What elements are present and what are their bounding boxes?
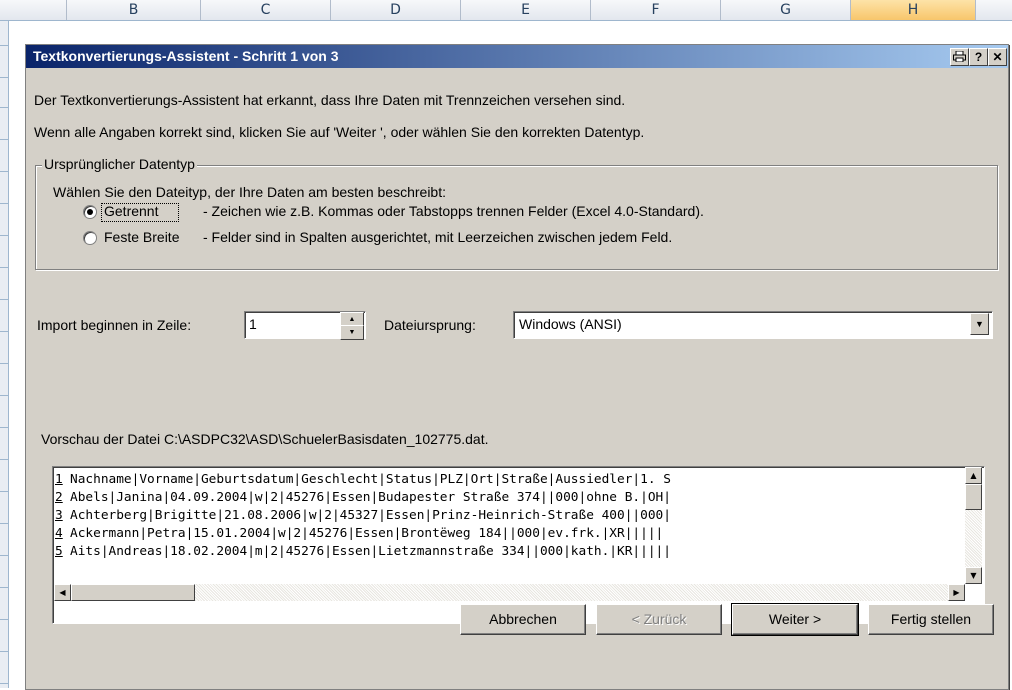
column-header-g[interactable]: G <box>721 0 851 20</box>
column-header-h[interactable]: H <box>851 0 976 20</box>
scroll-right-icon[interactable]: ▶ <box>948 584 965 601</box>
radio-delimited-label[interactable]: Getrennt <box>104 203 158 219</box>
row-divider <box>0 491 8 492</box>
row-divider <box>0 555 8 556</box>
row-divider <box>0 107 8 108</box>
next-button[interactable]: Weiter > <box>731 603 859 636</box>
column-header-i[interactable] <box>976 0 1012 20</box>
row-divider <box>0 171 8 172</box>
row-divider <box>0 427 8 428</box>
preview-row: 2 Abels|Janina|04.09.2004|w|2|45276|Essen… <box>55 489 671 507</box>
preview-row: 4 Ackermann|Petra|15.01.2004|w|2|45276|Es… <box>55 525 663 543</box>
radio-delimited[interactable] <box>83 205 97 219</box>
radio-fixed-width-label[interactable]: Feste Breite <box>104 229 179 245</box>
row-divider <box>0 363 8 364</box>
row-divider <box>0 587 8 588</box>
group-prompt: Wählen Sie den Dateityp, der Ihre Daten … <box>53 184 446 200</box>
intro-text-line2: Wenn alle Angaben korrekt sind, klicken … <box>34 124 645 140</box>
column-header-c[interactable]: C <box>201 0 331 20</box>
preview-row: 1 Nachname|Vorname|Geburtsdatum|Geschlech… <box>55 471 671 489</box>
row-header-bar <box>0 21 9 688</box>
column-header-bar: B C D E F G H <box>0 0 1012 21</box>
preview-row-number: 3 <box>55 508 63 523</box>
row-divider <box>0 459 8 460</box>
horizontal-scroll-thumb[interactable] <box>71 584 195 601</box>
preview-row-text: Aits|Andreas|18.02.2004|m|2|45276|Essen|… <box>70 544 671 559</box>
row-divider <box>0 683 8 684</box>
row-divider <box>0 331 8 332</box>
row-divider <box>0 651 8 652</box>
dialog-title: Textkonvertierungs-Assistent - Schritt 1… <box>33 48 339 64</box>
preview-row: 3 Achterberg|Brigitte|21.08.2006|w|2|4532… <box>55 507 671 525</box>
row-divider <box>0 77 8 78</box>
preview-row-number: 5 <box>55 544 63 559</box>
preview-row-number: 2 <box>55 490 63 505</box>
column-header-b[interactable]: B <box>67 0 201 20</box>
finish-button[interactable]: Fertig stellen <box>868 604 994 635</box>
row-divider <box>0 523 8 524</box>
column-header-f[interactable]: F <box>591 0 721 20</box>
radio-fixed-width[interactable] <box>83 231 97 245</box>
column-header-a[interactable] <box>8 0 67 20</box>
file-origin-select[interactable]: Windows (ANSI) ▼ <box>513 311 993 339</box>
row-divider <box>0 267 8 268</box>
column-header-d[interactable]: D <box>331 0 461 20</box>
cancel-button[interactable]: Abbrechen <box>460 604 586 635</box>
help-icon[interactable]: ? <box>969 48 988 66</box>
preview-row-text: Nachname|Vorname|Geburtsdatum|Geschlecht… <box>70 472 671 487</box>
group-label: Ursprünglicher Datentyp <box>42 156 197 172</box>
preview-row-text: Abels|Janina|04.09.2004|w|2|45276|Essen|… <box>70 490 671 505</box>
row-divider <box>0 45 8 46</box>
text-import-wizard-dialog: Textkonvertierungs-Assistent - Schritt 1… <box>25 44 1009 690</box>
intro-text-line1: Der Textkonvertierungs-Assistent hat erk… <box>34 92 626 108</box>
vertical-scroll-thumb[interactable] <box>965 484 982 510</box>
row-divider <box>0 299 8 300</box>
row-divider <box>0 139 8 140</box>
scroll-up-icon[interactable]: ▲ <box>965 467 982 484</box>
chevron-down-icon[interactable]: ▼ <box>970 313 989 335</box>
dialog-titlebar[interactable]: Textkonvertierungs-Assistent - Schritt 1… <box>26 45 1008 68</box>
preview-row-text: Ackermann|Petra|15.01.2004|w|2|45276|Ess… <box>70 526 664 541</box>
preview-vertical-scrollbar[interactable]: ▲ ▼ <box>965 467 982 584</box>
preview-label: Vorschau der Datei C:\ASDPC32\ASD\Schuel… <box>41 431 489 447</box>
scroll-down-icon[interactable]: ▼ <box>965 567 982 584</box>
print-icon[interactable] <box>950 48 969 66</box>
preview-row-text: Achterberg|Brigitte|21.08.2006|w|2|45327… <box>70 508 671 523</box>
radio-delimited-description: - Zeichen wie z.B. Kommas oder Tabstopps… <box>203 203 704 219</box>
file-preview[interactable]: 1 Nachname|Vorname|Geburtsdatum|Geschlech… <box>52 466 985 624</box>
import-start-row-label: Import beginnen in Zeile: <box>37 317 192 333</box>
import-start-row-input[interactable]: 1 ▲ ▼ <box>244 311 366 340</box>
back-button[interactable]: < Zurück <box>596 604 722 635</box>
preview-row: 5 Aits|Andreas|18.02.2004|m|2|45276|Essen… <box>55 543 671 561</box>
file-origin-value: Windows (ANSI) <box>519 316 622 332</box>
import-start-row-value: 1 <box>249 316 257 332</box>
row-divider <box>0 619 8 620</box>
preview-row-number: 4 <box>55 526 63 541</box>
spin-down-icon[interactable]: ▼ <box>340 325 364 340</box>
scroll-left-icon[interactable]: ◀ <box>54 584 71 601</box>
radio-fixed-width-description: - Felder sind in Spalten ausgerichtet, m… <box>203 229 673 245</box>
preview-horizontal-scrollbar[interactable]: ◀ ▶ <box>54 584 965 601</box>
row-divider <box>0 203 8 204</box>
file-origin-label: Dateiursprung: <box>384 317 476 333</box>
original-data-type-group: Ursprünglicher Datentyp Wählen Sie den D… <box>35 156 998 270</box>
radio-delimited-text: Getrennt <box>104 203 159 219</box>
preview-row-number: 1 <box>55 472 63 487</box>
column-header-e[interactable]: E <box>461 0 591 20</box>
row-divider <box>0 235 8 236</box>
close-icon[interactable]: ✕ <box>988 48 1007 66</box>
row-divider <box>0 395 8 396</box>
